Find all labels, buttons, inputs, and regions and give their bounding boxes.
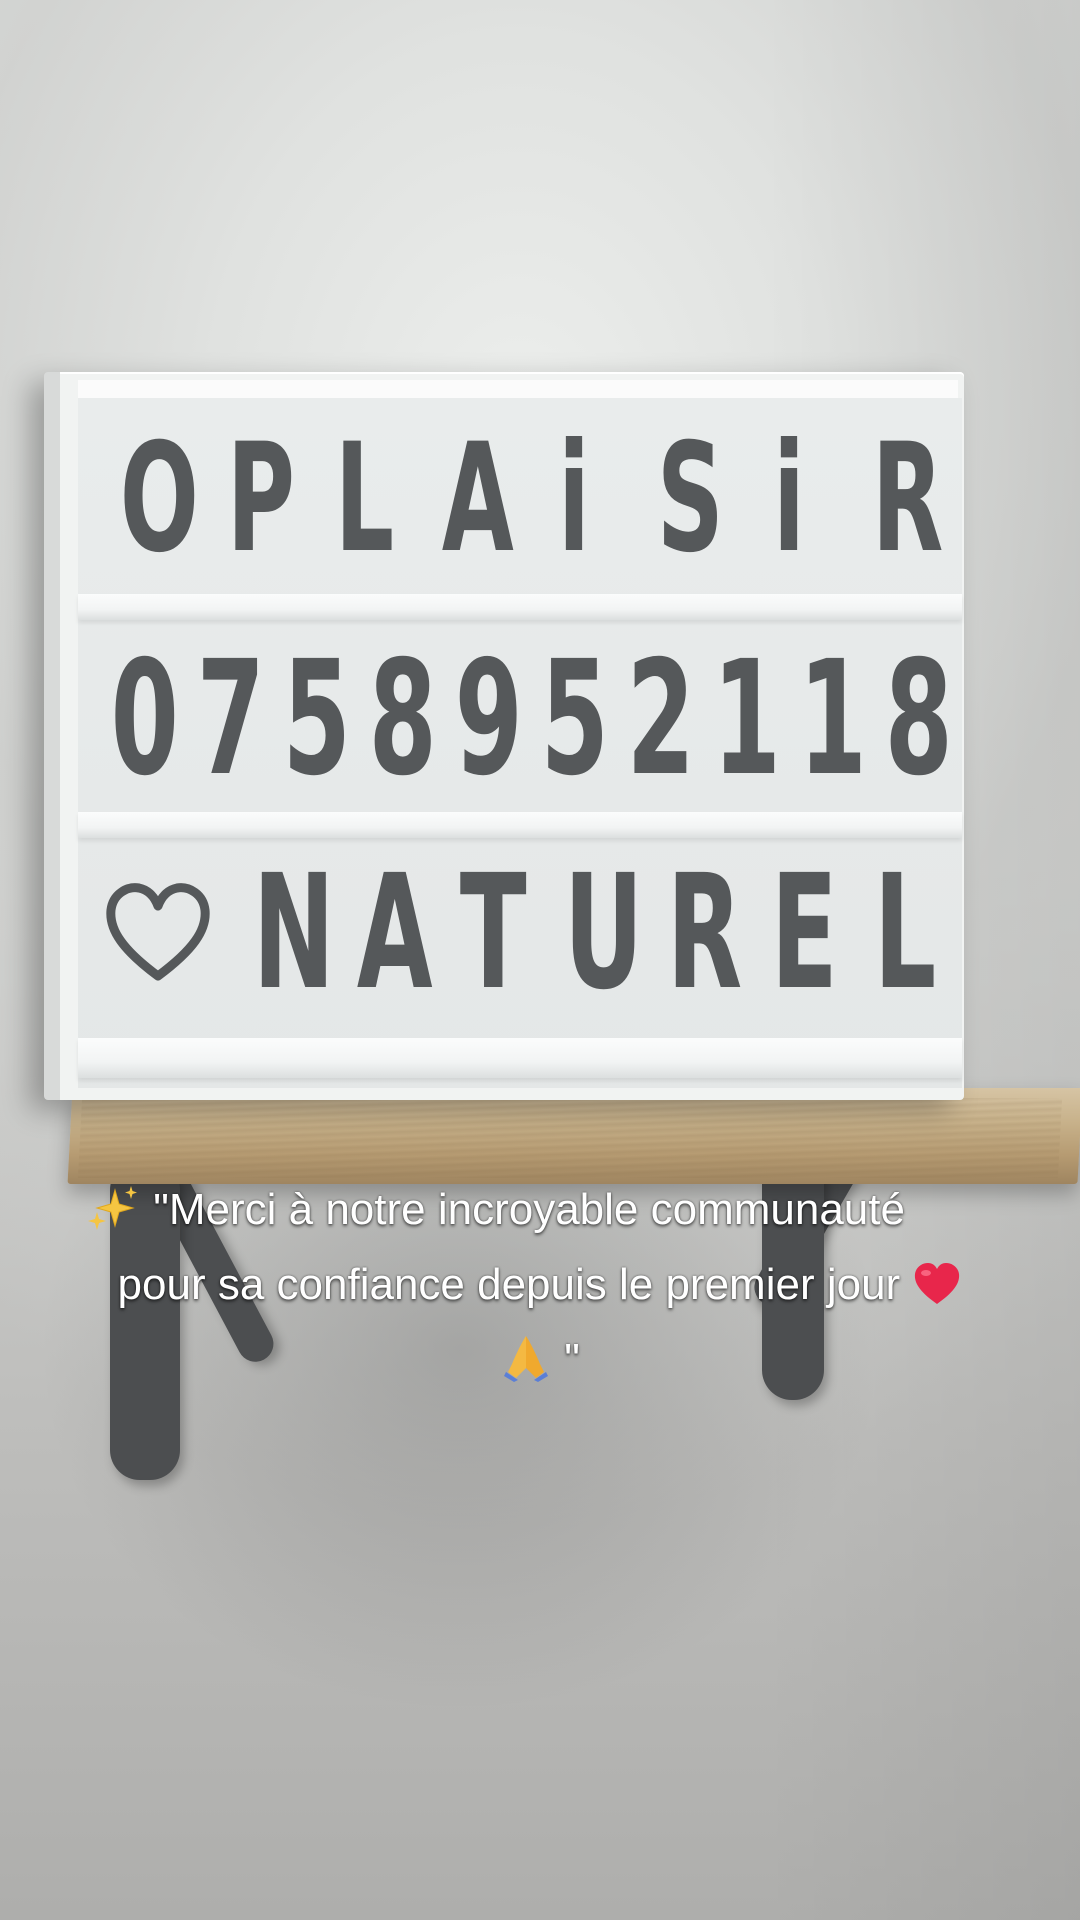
caption-line: pour sa confiance depuis le premier jour [20, 1247, 1060, 1322]
digit-tile: 1 [798, 627, 867, 811]
digit-tile: 8 [884, 627, 953, 811]
video-caption: "Merci à notre incroyable communauté pou… [20, 1172, 1060, 1397]
caption-line: " [20, 1322, 1060, 1397]
letter-tile: O [119, 412, 199, 586]
letter-tile: R [872, 412, 944, 586]
digit-tile: 2 [626, 627, 695, 811]
caption-text-2: pour sa confiance depuis le premier jour [117, 1260, 901, 1309]
lightbox-bottom-rail [78, 1038, 962, 1078]
letter-tile: N [253, 841, 336, 1025]
digit-tile: 7 [196, 627, 265, 811]
letter-tile: A [356, 841, 433, 1025]
letter-tile: E [770, 841, 838, 1025]
digit-tile: 8 [368, 627, 437, 811]
letter-tile: S [657, 412, 725, 586]
lightbox-row-naturel: N A T U R E L [78, 838, 962, 1028]
letter-tile: U [563, 841, 644, 1025]
digit-tile: 5 [282, 627, 351, 811]
digit-tile: 9 [454, 627, 523, 811]
lightbox-screen: O P L A i S i R 0 7 5 8 9 5 2 1 1 8 N A … [78, 398, 962, 1088]
wood-grain [77, 1098, 1063, 1178]
letter-tile: R [667, 841, 743, 1025]
digit-tile: 5 [540, 627, 609, 811]
lightbox-row-brand: O P L A i S i R [78, 404, 962, 594]
caption-text-1: "Merci à notre incroyable communauté [153, 1185, 905, 1234]
lightbox-row-phone: 0 7 5 8 9 5 2 1 1 8 [78, 624, 962, 814]
red-heart-icon [912, 1255, 962, 1304]
digit-tile: 1 [712, 627, 781, 811]
caption-line: "Merci à notre incroyable communauté [20, 1172, 1060, 1247]
letter-lightbox: O P L A i S i R 0 7 5 8 9 5 2 1 1 8 N A … [44, 372, 964, 1100]
caption-text-3: " [564, 1335, 580, 1384]
letter-tile: i [557, 412, 590, 586]
folded-hands-icon [500, 1332, 552, 1384]
letter-tile: i [772, 412, 805, 586]
lightbox-top-frame [78, 380, 958, 399]
heart-outline-icon [103, 878, 213, 988]
lightbox-rail [78, 812, 962, 838]
sparkles-icon [85, 1182, 141, 1232]
letter-tile: L [874, 841, 937, 1025]
letter-tile: A [442, 412, 515, 586]
digit-tile: 0 [110, 627, 179, 811]
letter-tile: T [460, 841, 527, 1025]
lightbox-rail [78, 594, 962, 620]
letter-tile: P [227, 412, 296, 586]
letter-tile: L [334, 412, 394, 586]
